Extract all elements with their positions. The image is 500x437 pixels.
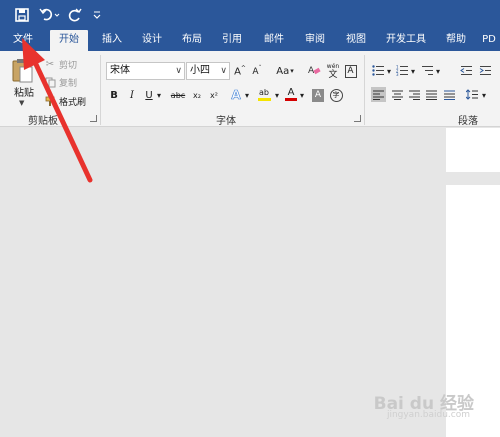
align-left-icon[interactable] bbox=[371, 87, 386, 102]
format-painter-button[interactable]: 格式刷 bbox=[44, 94, 86, 108]
quick-access-toolbar bbox=[0, 0, 500, 30]
word-window: 文件 开始 插入 设计 布局 引用 邮件 审阅 视图 开发工具 帮助 PD 粘贴… bbox=[0, 0, 500, 437]
font-name-combo[interactable]: 宋体 ∨ bbox=[106, 62, 185, 80]
character-shading-icon: A bbox=[312, 88, 324, 102]
text-effects-button[interactable]: A bbox=[229, 87, 243, 103]
enclose-characters-button[interactable]: 字 bbox=[329, 87, 343, 103]
multilevel-list-icon[interactable] bbox=[420, 63, 435, 78]
font-color-icon: A bbox=[287, 87, 295, 98]
cut-label: 剪切 bbox=[59, 60, 78, 71]
numbering-icon[interactable]: 123 bbox=[395, 63, 410, 78]
font-color-swatch bbox=[285, 98, 297, 101]
underline-button[interactable]: U bbox=[143, 87, 155, 103]
font-group-label: 字体 bbox=[216, 116, 236, 127]
paste-dropdown-icon[interactable]: ▼ bbox=[19, 99, 24, 107]
paintbrush-icon bbox=[44, 95, 56, 107]
bold-button[interactable]: B bbox=[108, 87, 120, 103]
distributed-icon[interactable] bbox=[442, 87, 457, 102]
shrink-font-button[interactable]: Aˇ bbox=[250, 63, 264, 79]
chevron-down-icon[interactable]: ▾ bbox=[410, 63, 416, 79]
highlight-button[interactable]: ab bbox=[256, 85, 272, 103]
save-icon[interactable] bbox=[12, 4, 32, 26]
chevron-down-icon[interactable]: ▾ bbox=[273, 87, 281, 103]
copy-icon bbox=[44, 76, 56, 88]
bullets-icon[interactable] bbox=[371, 63, 386, 78]
change-case-label: Aa bbox=[276, 65, 290, 77]
phonetic-guide-button[interactable]: wén 文 bbox=[325, 60, 341, 81]
justify-icon[interactable] bbox=[424, 87, 439, 102]
redo-icon[interactable] bbox=[66, 4, 84, 26]
ribbon-tabs: 文件 开始 插入 设计 布局 引用 邮件 审阅 视图 开发工具 帮助 PD bbox=[0, 30, 500, 51]
copy-label: 复制 bbox=[59, 78, 78, 89]
chevron-down-icon: ∨ bbox=[175, 66, 182, 76]
paste-button[interactable]: 粘贴 bbox=[14, 84, 34, 99]
tab-mailings[interactable]: 邮件 bbox=[256, 30, 292, 51]
chevron-down-icon: ▾ bbox=[290, 67, 294, 75]
chevron-down-icon: ∨ bbox=[220, 66, 227, 76]
scissors-icon: ✂ bbox=[45, 58, 55, 70]
tab-references[interactable]: 引用 bbox=[214, 30, 250, 51]
font-size-value: 小四 bbox=[190, 65, 210, 76]
format-painter-label: 格式刷 bbox=[59, 97, 87, 108]
watermark-url: jingyan.baidu.com bbox=[386, 410, 470, 420]
ribbon-home: 粘贴 ▼ ✂ 剪切 复制 格式刷 剪贴板 宋体 ∨ 小四 ∨ A^ Aˇ Aa … bbox=[0, 51, 500, 127]
decrease-indent-icon[interactable] bbox=[459, 63, 474, 78]
tab-developer[interactable]: 开发工具 bbox=[380, 30, 432, 51]
grow-font-icon: A^ bbox=[234, 64, 246, 78]
font-color-button[interactable]: A bbox=[284, 85, 298, 103]
subscript-button[interactable]: x₂ bbox=[190, 87, 204, 103]
character-shading-button[interactable]: A bbox=[311, 87, 325, 103]
tab-pdf[interactable]: PD bbox=[478, 30, 500, 51]
group-divider bbox=[364, 55, 365, 125]
clipboard-launcher-icon[interactable] bbox=[90, 115, 97, 122]
align-center-icon[interactable] bbox=[390, 87, 405, 102]
grow-font-button[interactable]: A^ bbox=[233, 63, 247, 79]
line-spacing-icon[interactable] bbox=[465, 87, 480, 102]
svg-text:3: 3 bbox=[396, 72, 399, 76]
tab-view[interactable]: 视图 bbox=[338, 30, 374, 51]
character-border-button[interactable]: A bbox=[343, 63, 358, 79]
tab-layout[interactable]: 布局 bbox=[174, 30, 210, 51]
paste-icon[interactable] bbox=[12, 58, 34, 84]
phonetic-bottom: 文 bbox=[328, 69, 338, 80]
tab-help[interactable]: 帮助 bbox=[438, 30, 474, 51]
tab-insert[interactable]: 插入 bbox=[94, 30, 130, 51]
align-right-icon[interactable] bbox=[407, 87, 422, 102]
character-border-icon: A bbox=[344, 64, 357, 78]
enclose-characters-icon: 字 bbox=[329, 88, 343, 102]
tab-review[interactable]: 审阅 bbox=[297, 30, 333, 51]
chevron-down-icon[interactable]: ▾ bbox=[298, 87, 306, 103]
change-case-button[interactable]: Aa ▾ bbox=[272, 63, 298, 79]
tab-file[interactable]: 文件 bbox=[4, 30, 42, 51]
chevron-down-icon[interactable]: ▾ bbox=[386, 63, 392, 79]
strikethrough-button[interactable]: abc bbox=[168, 87, 188, 103]
increase-indent-icon[interactable] bbox=[478, 63, 493, 78]
undo-icon[interactable] bbox=[38, 4, 62, 26]
text-effects-icon: A bbox=[231, 88, 241, 103]
underline-dropdown-icon[interactable]: ▾ bbox=[155, 87, 163, 103]
highlight-color-swatch bbox=[257, 97, 271, 101]
chevron-down-icon[interactable]: ▾ bbox=[481, 87, 487, 103]
copy-button[interactable]: 复制 bbox=[44, 75, 77, 89]
font-launcher-icon[interactable] bbox=[354, 115, 361, 122]
tab-home[interactable]: 开始 bbox=[50, 30, 88, 51]
shrink-font-icon: Aˇ bbox=[252, 65, 262, 77]
eraser-icon: A bbox=[308, 64, 321, 79]
clipboard-group-label: 剪贴板 bbox=[28, 116, 58, 127]
document-page-previous bbox=[446, 128, 500, 172]
customize-icon[interactable] bbox=[90, 4, 104, 26]
font-name-value: 宋体 bbox=[110, 65, 130, 76]
clear-format-button[interactable]: A bbox=[306, 63, 322, 79]
cut-button[interactable]: ✂ 剪切 bbox=[44, 57, 77, 71]
highlighter-icon: ab bbox=[259, 87, 269, 97]
italic-button[interactable]: I bbox=[126, 87, 138, 103]
tab-design[interactable]: 设计 bbox=[134, 30, 170, 51]
superscript-button[interactable]: x² bbox=[207, 87, 221, 103]
paragraph-group-label: 段落 bbox=[458, 116, 478, 127]
chevron-down-icon[interactable]: ▾ bbox=[435, 63, 441, 79]
font-size-combo[interactable]: 小四 ∨ bbox=[186, 62, 230, 80]
chevron-down-icon[interactable]: ▾ bbox=[243, 87, 251, 103]
group-divider bbox=[100, 55, 101, 125]
